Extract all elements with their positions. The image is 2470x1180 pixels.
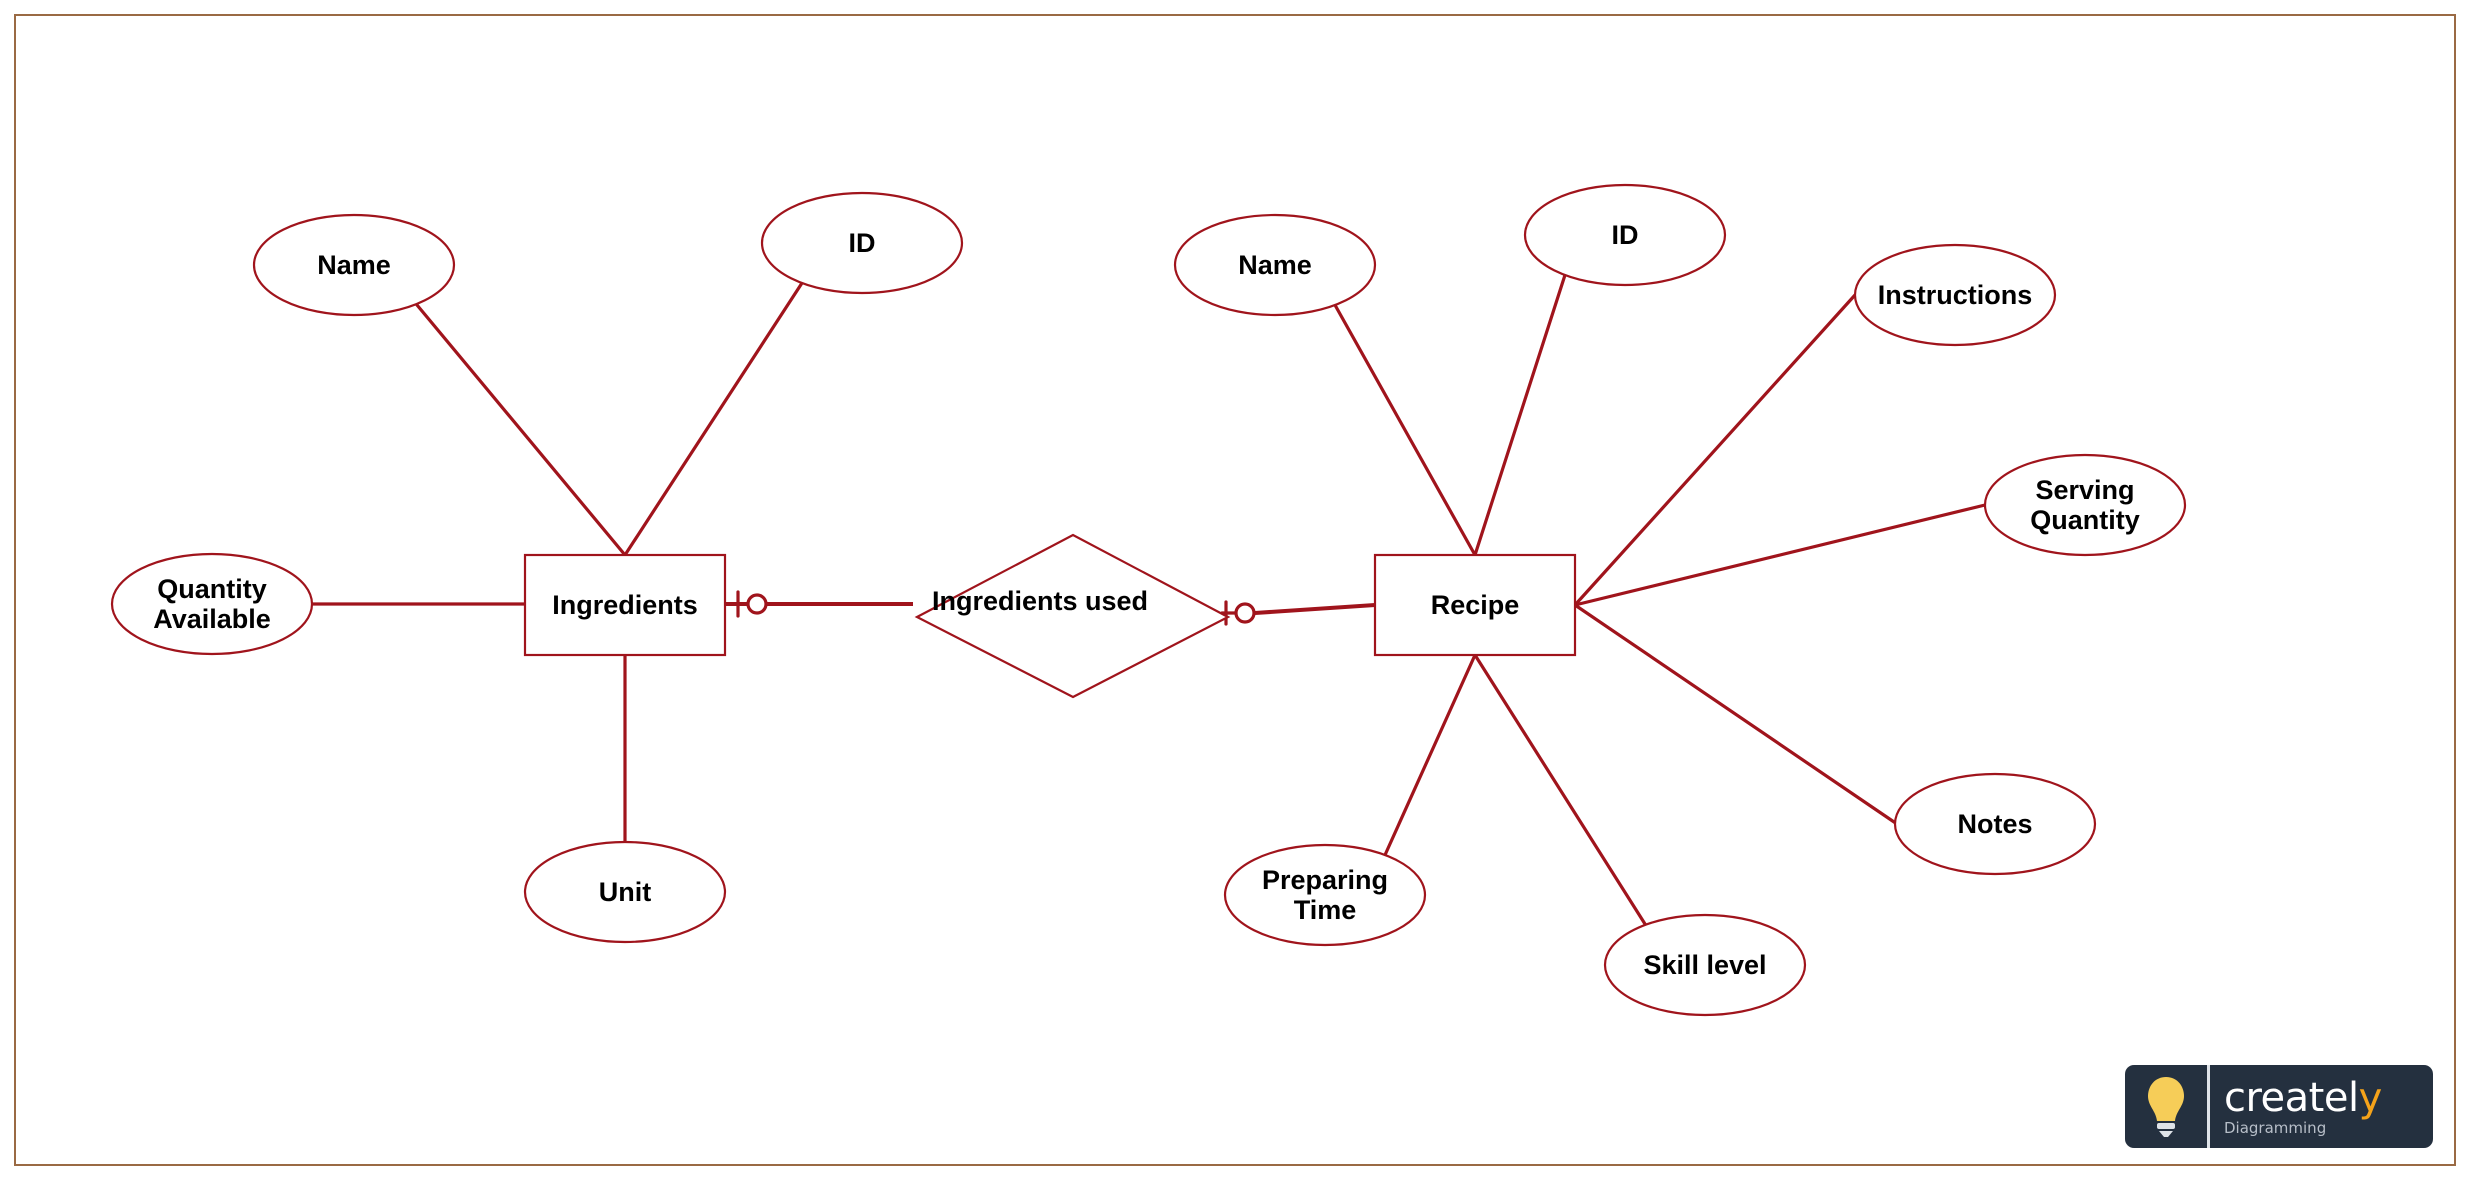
- cardinality-zero-circle-ingredients: [746, 593, 768, 615]
- bulb-icon: [2125, 1065, 2210, 1148]
- rec-instr-connector: [1573, 293, 1857, 607]
- attribute-label: ID: [1612, 220, 1639, 250]
- entity-recipe[interactable]: Recipe: [1373, 553, 1577, 657]
- rec-skill-connector: [1473, 653, 1647, 926]
- ing-id-connector: [623, 281, 804, 557]
- attribute-rec-name[interactable]: Name: [1173, 213, 1377, 317]
- attribute-label: Serving: [2035, 475, 2134, 505]
- relationship-label: Ingredients used: [932, 586, 1148, 616]
- attribute-rec-prep[interactable]: PreparingTime: [1223, 843, 1427, 947]
- attribute-label: Time: [1294, 895, 1357, 925]
- rec-serving-connector: [1573, 503, 1987, 607]
- attribute-label: Notes: [1957, 809, 2032, 839]
- attribute-label: Quantity: [157, 574, 267, 604]
- rec-notes-connector: [1573, 603, 1899, 826]
- diagram-frame: [14, 14, 2456, 1166]
- brand-name: creately: [2224, 1074, 2382, 1121]
- attribute-ing-name[interactable]: Name: [252, 213, 456, 317]
- attribute-label: Available: [153, 604, 271, 634]
- attribute-label: Quantity: [2030, 505, 2140, 535]
- attribute-label: ID: [849, 228, 876, 258]
- entity-ingredients[interactable]: Ingredients: [523, 553, 727, 657]
- attribute-label: Instructions: [1878, 280, 2033, 310]
- shapes: Ingredients Recipe Ingredients used Name ID Q…: [110, 183, 2187, 1017]
- entity-label: Ingredients: [552, 590, 698, 620]
- rec-id-connector: [1473, 273, 1567, 557]
- brand-subtitle: Diagramming: [2224, 1118, 2327, 1137]
- ing-name-connector: [415, 303, 627, 557]
- attribute-rec-id[interactable]: ID: [1523, 183, 1727, 287]
- attribute-label: Preparing: [1262, 865, 1388, 895]
- attribute-ing-unit[interactable]: Unit: [523, 840, 727, 944]
- attribute-ing-id[interactable]: ID: [760, 191, 964, 295]
- attribute-rec-skill[interactable]: Skill level: [1603, 913, 1807, 1017]
- attribute-label: Unit: [599, 877, 651, 907]
- entity-label: Recipe: [1431, 590, 1520, 620]
- attribute-rec-serving[interactable]: ServingQuantity: [1983, 453, 2187, 557]
- relationship-diamond[interactable]: [914, 533, 1231, 699]
- attribute-label: Name: [317, 250, 391, 280]
- attribute-rec-notes[interactable]: Notes: [1893, 772, 2097, 876]
- attribute-ing-qty[interactable]: QuantityAvailable: [110, 552, 314, 656]
- attribute-label: Name: [1238, 250, 1312, 280]
- relationship-ingredients-used[interactable]: Ingredients used: [914, 533, 1231, 699]
- rec-name-connector: [1333, 303, 1477, 557]
- attribute-label: Skill level: [1643, 950, 1766, 980]
- attribute-rec-instr[interactable]: Instructions: [1853, 243, 2057, 347]
- cardinality-zero-circle-recipe: [1234, 602, 1256, 624]
- rec-prep-connector: [1383, 653, 1477, 857]
- relationship-to-recipe-line: [1254, 603, 1376, 615]
- er-diagram-canvas: Ingredients Recipe Ingredients used Name ID Q…: [14, 14, 2456, 1166]
- creately-watermark: creately Diagramming: [2125, 1065, 2433, 1148]
